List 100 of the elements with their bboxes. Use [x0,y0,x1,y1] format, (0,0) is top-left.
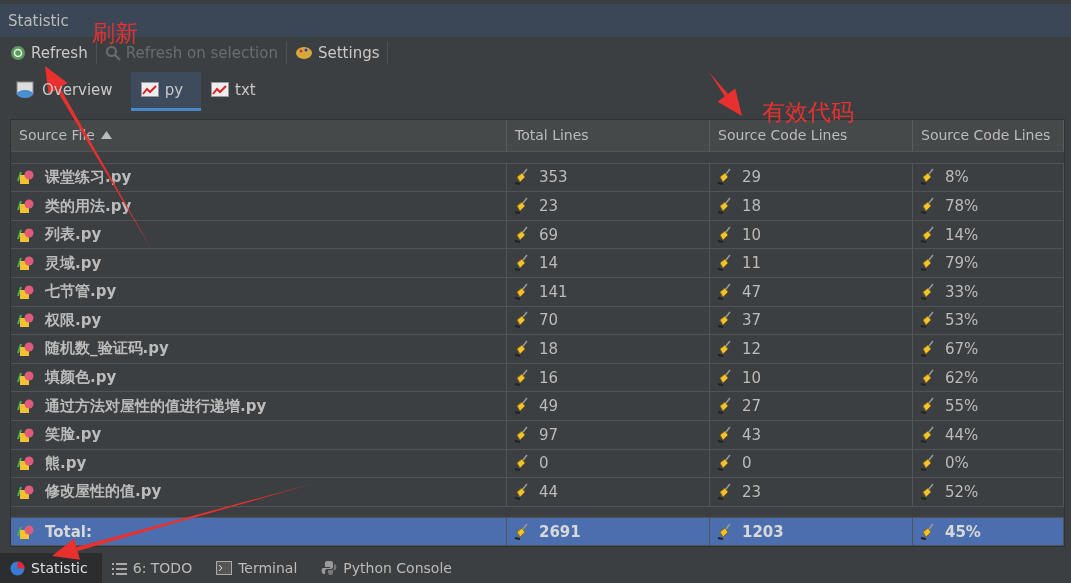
pen-icon [513,340,529,358]
file-icon [17,455,35,472]
pen-icon [919,225,935,244]
pen-icon [716,340,732,358]
total-value: 45% [945,522,981,541]
cell-value: 14 [539,254,559,273]
tool-window-button[interactable]: Python Console [311,553,466,583]
pen-icon [919,425,935,444]
list-icon [111,561,127,575]
cell-value: 55% [945,397,979,416]
table-row[interactable]: 修改屋性的值.py 44 23 52% [11,478,1064,507]
pen-icon [513,482,529,501]
table-row[interactable]: 笑脸.py 97 43 44% [11,420,1064,450]
file-icon [17,255,35,272]
pen-icon [919,168,935,187]
file-icon [17,426,35,443]
pen-icon [513,282,529,301]
pen-icon [513,225,529,244]
table-row[interactable]: 列表.py 69 10 14% [11,220,1064,250]
pen-icon [513,397,529,416]
pie-icon [10,560,25,576]
tool-window-button[interactable]: Statistic [0,553,102,583]
total-row[interactable]: Total: 2691 1203 45% [11,517,1064,547]
pen-icon [513,197,529,215]
cell-value: 43 [742,425,762,444]
tool-window-button[interactable]: 6: TODO [101,553,207,583]
file-icon [17,198,35,214]
cell-value: 70 [539,311,559,330]
cell-value: 69 [539,225,559,244]
cell-value: 29 [742,168,762,187]
cell-value: 27 [742,397,762,416]
cell-value: 0% [945,454,969,473]
file-icon [17,283,35,300]
tool-window-button[interactable]: Terminal [206,553,312,583]
cell-value: 53% [945,311,979,330]
cell-value: 14% [945,225,979,244]
table-row[interactable]: 填颜色.py 16 10 62% [11,363,1064,393]
pen-icon [919,522,935,541]
pen-icon [919,454,935,473]
file-icon [17,523,35,540]
cell-value: 12 [742,340,762,358]
cell-value: 16 [539,368,559,387]
annotation-arrow [709,72,742,116]
file-icon [17,341,35,357]
cell-value: 8% [945,168,969,187]
cell-value: 18 [742,197,762,215]
pen-icon [919,282,935,301]
cell-value: 11 [742,254,762,273]
file-name: 列表.py [45,225,102,245]
pen-icon [513,168,529,187]
column-header[interactable]: Source Code Lines [913,119,1064,151]
toolbar-button[interactable]: Settings [292,41,389,64]
pen-icon [716,197,732,215]
table-row[interactable]: 随机数_验证码.py 18 12 67% [11,335,1064,364]
cell-value: 10 [742,368,762,387]
pen-icon [919,340,935,358]
pen-icon [513,425,529,444]
cell-value: 0 [742,454,752,473]
table-row[interactable]: 通过方法对屋性的值进行递增.py 49 27 55% [11,392,1064,421]
cell-value: 18 [539,340,559,358]
file-icon [17,483,35,500]
cell-value: 79% [945,254,979,273]
file-icon [17,169,35,186]
pen-icon [919,311,935,330]
pen-icon [716,425,732,444]
pen-icon [716,522,732,541]
cell-value: 33% [945,282,979,301]
pen-icon [513,522,529,541]
pen-icon [716,311,732,330]
chart-icon [211,82,230,98]
file-name: 灵域.py [45,253,102,273]
chart-icon [140,82,159,98]
pen-icon [716,482,732,501]
python-icon [321,560,338,577]
column-title: Source Code Lines [921,127,1051,144]
pen-icon [513,311,529,330]
tab[interactable]: py [130,72,202,111]
pen-icon [716,282,732,301]
cell-value: 62% [945,368,979,387]
cell-value: 47 [742,282,762,301]
panel-title: Statistic [8,11,69,30]
file-name: 填颜色.py [45,368,117,388]
column-header[interactable]: Total Lines [507,119,710,151]
file-name: 笑脸.py [45,425,102,445]
file-name: 修改屋性的值.py [45,482,162,502]
palette-icon [294,45,313,60]
pen-icon [919,368,935,387]
file-name: 通过方法对屋性的值进行递增.py [45,396,267,416]
table-row[interactable]: 权限.py 70 37 53% [11,306,1064,336]
pen-icon [919,397,935,416]
table-row[interactable]: 灵域.py 14 11 79% [11,249,1064,278]
cell-value: 141 [539,282,568,301]
cell-value: 23 [742,482,762,501]
tab[interactable]: txt [201,72,274,111]
table-row[interactable]: 熊.py 0 0 0% [11,449,1064,479]
pen-icon [716,225,732,244]
cell-value: 10 [742,225,762,244]
table-row[interactable]: 七节管.py 141 47 33% [11,278,1064,307]
cell-value: 0 [539,454,549,473]
overview-icon [16,81,36,99]
